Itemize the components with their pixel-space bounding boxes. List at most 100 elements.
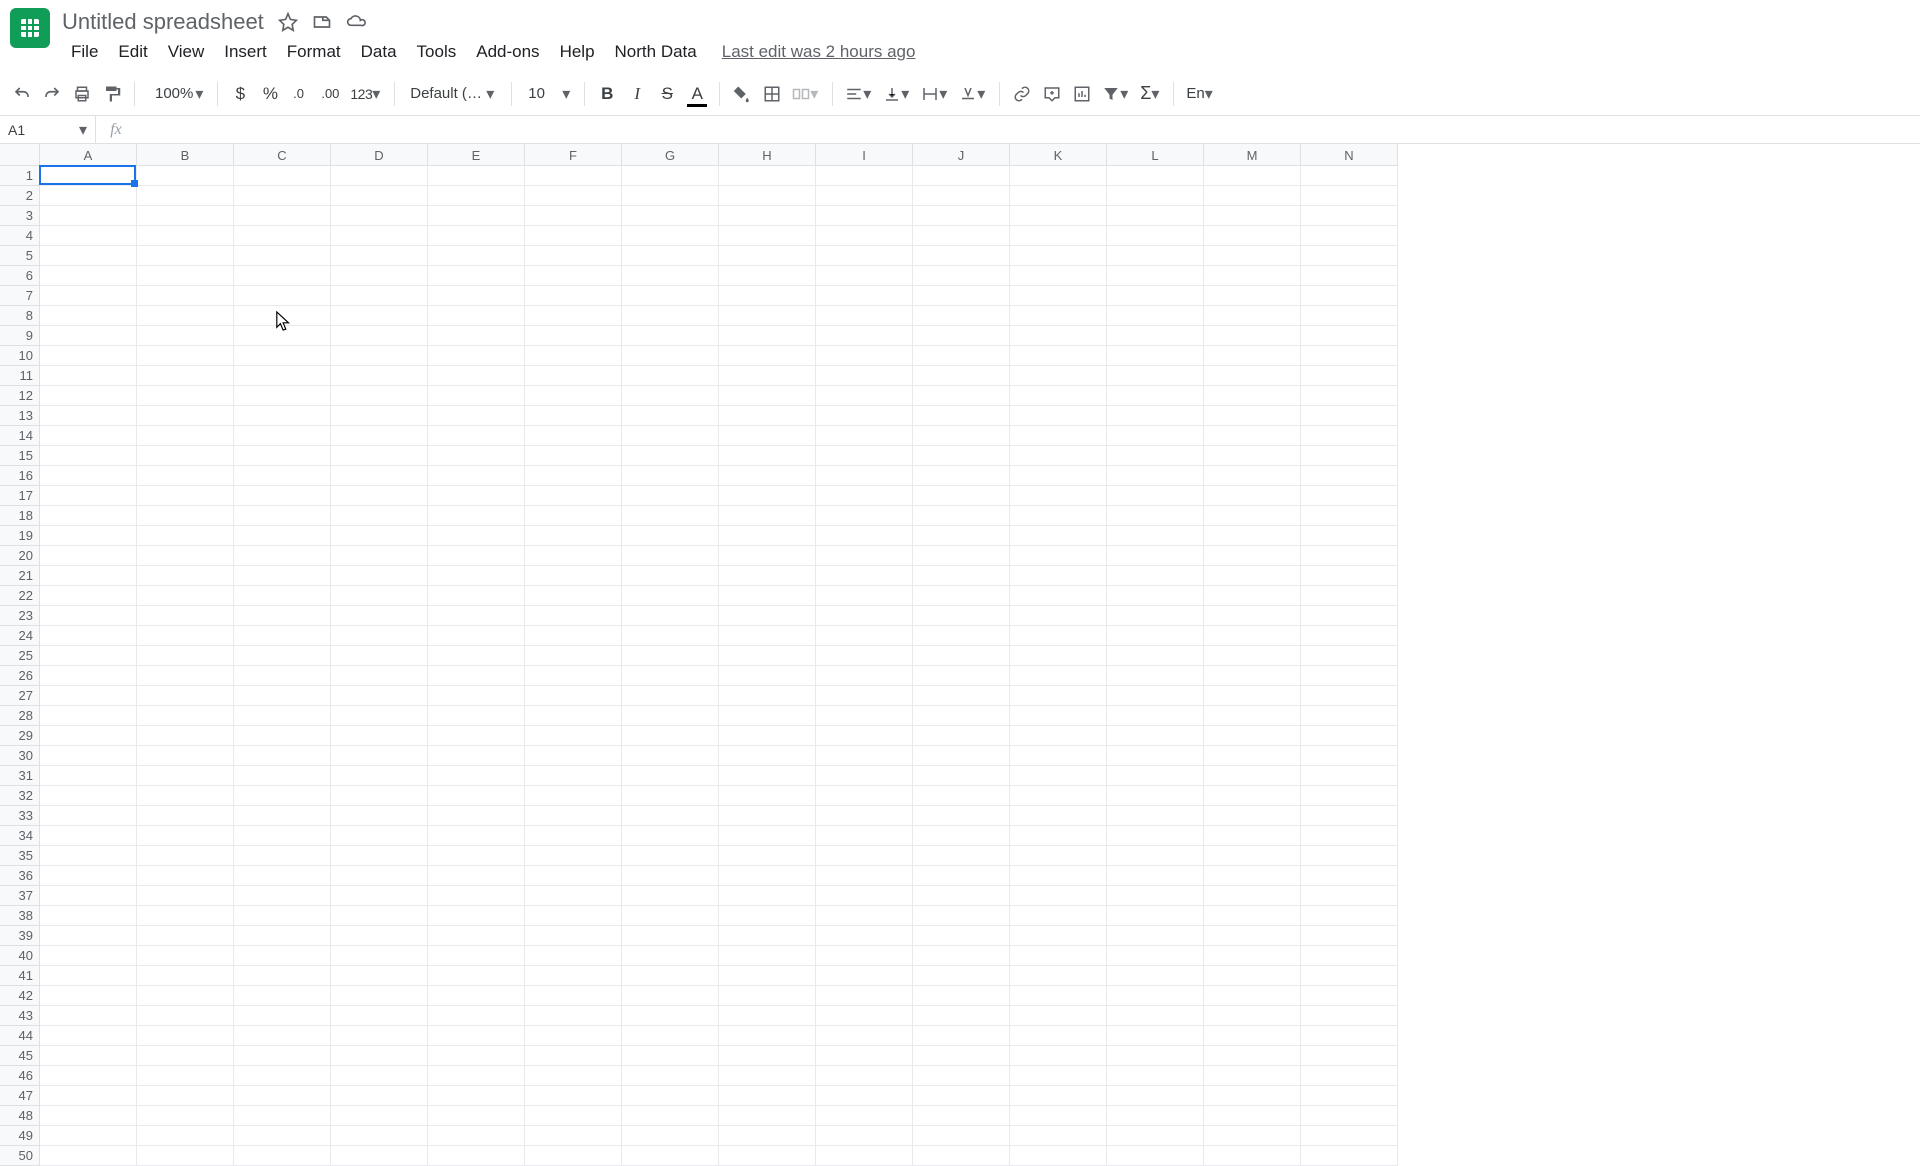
cell[interactable] xyxy=(913,846,1010,866)
cell[interactable] xyxy=(913,1046,1010,1066)
cell[interactable] xyxy=(1301,166,1398,186)
cell[interactable] xyxy=(234,646,331,666)
cell[interactable] xyxy=(816,986,913,1006)
cell[interactable] xyxy=(40,786,137,806)
name-box[interactable]: ▾ xyxy=(0,116,96,143)
row-header[interactable]: 1 xyxy=(0,166,39,186)
cell[interactable] xyxy=(913,346,1010,366)
column-header[interactable]: N xyxy=(1301,144,1398,166)
cell[interactable] xyxy=(525,686,622,706)
cell[interactable] xyxy=(331,826,428,846)
cell[interactable] xyxy=(1301,826,1398,846)
cell[interactable] xyxy=(1204,186,1301,206)
cell[interactable] xyxy=(1010,746,1107,766)
cell[interactable] xyxy=(1010,566,1107,586)
row-header[interactable]: 38 xyxy=(0,906,39,926)
cell[interactable] xyxy=(1301,806,1398,826)
cell[interactable] xyxy=(234,226,331,246)
cell[interactable] xyxy=(234,966,331,986)
cell[interactable] xyxy=(331,586,428,606)
cell[interactable] xyxy=(816,846,913,866)
cell[interactable] xyxy=(1107,1106,1204,1126)
cell[interactable] xyxy=(816,1106,913,1126)
cell[interactable] xyxy=(1107,646,1204,666)
cell[interactable] xyxy=(1204,746,1301,766)
cell[interactable] xyxy=(913,286,1010,306)
cell[interactable] xyxy=(234,426,331,446)
cell[interactable] xyxy=(40,706,137,726)
cell[interactable] xyxy=(1107,166,1204,186)
cell[interactable] xyxy=(816,626,913,646)
cell[interactable] xyxy=(40,226,137,246)
cell[interactable] xyxy=(1301,506,1398,526)
cell[interactable] xyxy=(816,406,913,426)
column-header[interactable]: M xyxy=(1204,144,1301,166)
cell[interactable] xyxy=(816,826,913,846)
cell[interactable] xyxy=(137,946,234,966)
cell[interactable] xyxy=(1107,706,1204,726)
cloud-status-icon[interactable] xyxy=(346,12,366,32)
row-header[interactable]: 14 xyxy=(0,426,39,446)
cell[interactable] xyxy=(234,546,331,566)
cell[interactable] xyxy=(234,406,331,426)
cell[interactable] xyxy=(1010,266,1107,286)
cell[interactable] xyxy=(622,386,719,406)
cell[interactable] xyxy=(1010,346,1107,366)
cell[interactable] xyxy=(1301,786,1398,806)
row-header[interactable]: 11 xyxy=(0,366,39,386)
cell[interactable] xyxy=(1301,446,1398,466)
cell[interactable] xyxy=(525,726,622,746)
cell[interactable] xyxy=(1010,986,1107,1006)
cell[interactable] xyxy=(525,906,622,926)
cell[interactable] xyxy=(622,686,719,706)
horizontal-align-button[interactable]: ▾ xyxy=(841,79,877,109)
cell[interactable] xyxy=(1010,626,1107,646)
cell[interactable] xyxy=(428,386,525,406)
cell[interactable] xyxy=(1301,966,1398,986)
cell[interactable] xyxy=(234,926,331,946)
cell[interactable] xyxy=(137,786,234,806)
cell[interactable] xyxy=(1010,386,1107,406)
cell[interactable] xyxy=(331,206,428,226)
cell[interactable] xyxy=(1010,906,1107,926)
cell[interactable] xyxy=(913,486,1010,506)
cell[interactable] xyxy=(40,686,137,706)
cell[interactable] xyxy=(331,946,428,966)
cell[interactable] xyxy=(234,1146,331,1166)
cell[interactable] xyxy=(137,646,234,666)
cell[interactable] xyxy=(331,366,428,386)
cell[interactable] xyxy=(1107,726,1204,746)
cell[interactable] xyxy=(137,346,234,366)
chevron-down-icon[interactable]: ▾ xyxy=(79,120,89,140)
cell[interactable] xyxy=(137,486,234,506)
cell[interactable] xyxy=(816,486,913,506)
cell[interactable] xyxy=(1204,946,1301,966)
row-header[interactable]: 45 xyxy=(0,1046,39,1066)
cell[interactable] xyxy=(622,1106,719,1126)
cell[interactable] xyxy=(913,786,1010,806)
percent-button[interactable]: % xyxy=(256,79,284,109)
cell[interactable] xyxy=(234,786,331,806)
cell[interactable] xyxy=(40,1126,137,1146)
cell[interactable] xyxy=(1107,526,1204,546)
cell[interactable] xyxy=(719,546,816,566)
cell[interactable] xyxy=(234,1006,331,1026)
cell[interactable] xyxy=(1107,546,1204,566)
cell[interactable] xyxy=(40,206,137,226)
cell[interactable] xyxy=(1301,666,1398,686)
cell[interactable] xyxy=(428,426,525,446)
cell[interactable] xyxy=(234,1126,331,1146)
cell[interactable] xyxy=(1107,266,1204,286)
cell[interactable] xyxy=(525,266,622,286)
row-header[interactable]: 22 xyxy=(0,586,39,606)
cell[interactable] xyxy=(525,1126,622,1146)
cell[interactable] xyxy=(428,926,525,946)
cell[interactable] xyxy=(1107,346,1204,366)
cell[interactable] xyxy=(719,766,816,786)
cell[interactable] xyxy=(331,526,428,546)
cell[interactable] xyxy=(40,1026,137,1046)
row-header[interactable]: 33 xyxy=(0,806,39,826)
cell[interactable] xyxy=(913,886,1010,906)
last-edit-link[interactable]: Last edit was 2 hours ago xyxy=(722,42,916,62)
cell[interactable] xyxy=(525,306,622,326)
